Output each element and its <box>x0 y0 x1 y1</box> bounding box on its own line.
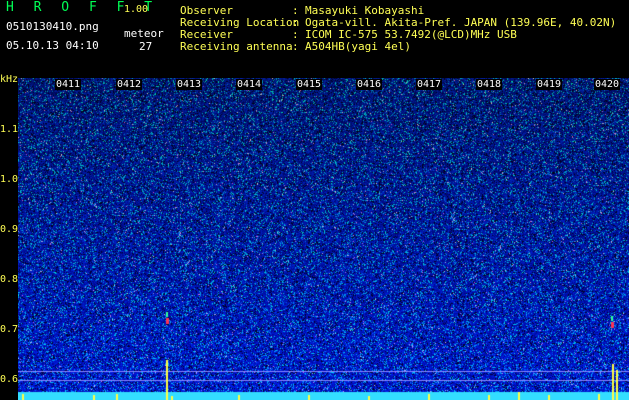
y-tick-label: 1.1 <box>0 124 19 135</box>
meteor-label: meteor <box>124 27 164 40</box>
x-tick-label: 0418 <box>476 79 503 90</box>
datetime: 05.10.13 04:10 <box>6 39 99 52</box>
app-version: 1.00 <box>124 4 149 15</box>
info-value-antenna: A504HB(yagi 4el) <box>305 40 411 53</box>
info-colon: : <box>292 40 299 53</box>
y-tick-label: 0.8 <box>0 274 19 285</box>
y-axis-unit: kHz <box>0 74 19 85</box>
info-label-antenna: Receiving antenna <box>180 40 293 53</box>
x-tick-label: 0411 <box>55 79 82 90</box>
x-tick-label: 0420 <box>594 79 621 90</box>
x-tick-label: 0413 <box>176 79 203 90</box>
x-tick-label: 0416 <box>356 79 383 90</box>
y-tick-label: 1.0 <box>0 174 19 185</box>
y-tick-label: 0.7 <box>0 324 19 335</box>
header-panel: H R O F F T 1.00 0510130410.png 05.10.13… <box>0 0 629 78</box>
filename: 0510130410.png <box>6 20 99 33</box>
meteor-count: 27 <box>139 40 153 53</box>
y-tick-label: 0.6 <box>0 374 19 385</box>
x-tick-label: 0415 <box>296 79 323 90</box>
x-tick-label: 0417 <box>416 79 443 90</box>
x-tick-label: 0414 <box>236 79 263 90</box>
y-tick-label: 0.9 <box>0 224 19 235</box>
x-tick-label: 0419 <box>536 79 563 90</box>
x-tick-label: 0412 <box>116 79 143 90</box>
spectrogram-canvas <box>18 78 629 400</box>
